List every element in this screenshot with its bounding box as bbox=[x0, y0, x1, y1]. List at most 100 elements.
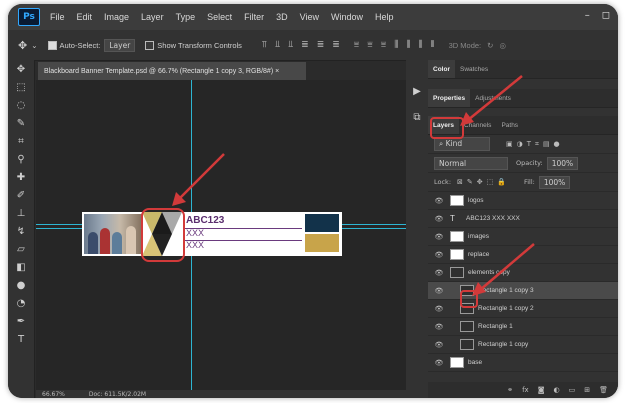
distribute-top-icon[interactable]: ⩸ bbox=[354, 40, 359, 50]
lock-icons[interactable]: ⊠✎✥⬚🔒 bbox=[457, 178, 510, 186]
distribute-left-icon[interactable]: ⫼ bbox=[394, 40, 398, 50]
align-buttons: ⫪ ⫫ ⫫ ≣ ≣ ≣ ⩸ ⩸ ⩸ ⫼ ⫼ ⫼ ⦀ bbox=[262, 40, 435, 50]
align-left-icon[interactable]: ≣ bbox=[301, 40, 309, 50]
menu-item-filter[interactable]: Filter bbox=[244, 12, 264, 22]
banner-artboard[interactable]: ABC123 XXX XXX bbox=[82, 212, 342, 256]
opacity-input[interactable]: 100% bbox=[546, 156, 579, 170]
banner-line-2: XXX bbox=[186, 240, 205, 250]
menu-item-select[interactable]: Select bbox=[207, 12, 232, 22]
auto-align-icon[interactable]: ⦀ bbox=[431, 40, 435, 50]
menu-item-layer[interactable]: Layer bbox=[141, 12, 164, 22]
dodge-tool-icon[interactable]: ◔ bbox=[8, 294, 34, 312]
menu-item-help[interactable]: Help bbox=[375, 12, 394, 22]
show-transform-label: Show Transform Controls bbox=[157, 40, 242, 50]
distribute-vcenter-icon[interactable]: ⩸ bbox=[367, 40, 372, 50]
checkbox-unchecked-icon bbox=[145, 40, 155, 50]
healing-brush-tool-icon[interactable]: ✚ bbox=[8, 168, 34, 186]
layer-row[interactable]: 👁 Rectangle 1 copy bbox=[428, 336, 618, 354]
layers-panel-footer: ⚭ fx ◙ ◐ ▭ ⊞ 🗑 bbox=[428, 382, 618, 398]
eye-icon[interactable]: 👁 bbox=[432, 215, 446, 223]
align-bottom-icon[interactable]: ⫫ bbox=[288, 40, 293, 50]
marquee-tool-icon[interactable]: ⬚ bbox=[8, 78, 34, 96]
options-bar: ✥ ⌄ Auto-Select: Layer Show Transform Co… bbox=[8, 30, 618, 61]
adjustment-layer-icon[interactable]: ◐ bbox=[554, 386, 560, 394]
photoshop-logo: Ps bbox=[18, 8, 40, 26]
new-layer-icon[interactable]: ⊞ bbox=[584, 386, 590, 394]
doc-size[interactable]: Doc: 611.5K/2.02M bbox=[89, 391, 146, 398]
auto-select-target-select[interactable]: Layer bbox=[104, 38, 136, 52]
type-tool-icon[interactable]: T bbox=[8, 330, 34, 348]
fill-input[interactable]: 100% bbox=[538, 175, 571, 189]
align-vcenter-icon[interactable]: ⫫ bbox=[275, 40, 280, 50]
history-panel-icon[interactable]: ▶ bbox=[406, 82, 428, 100]
3d-roll-icon[interactable]: ◎ bbox=[499, 41, 506, 50]
auto-select-checkbox[interactable]: Auto-Select: bbox=[47, 40, 100, 50]
layer-row[interactable]: 👁 logos bbox=[428, 192, 618, 210]
add-mask-icon[interactable]: ◙ bbox=[538, 386, 545, 394]
align-top-icon[interactable]: ⫪ bbox=[262, 40, 267, 50]
blur-tool-icon[interactable]: ● bbox=[8, 276, 34, 294]
layer-row[interactable]: 👁 Rectangle 1 copy 2 bbox=[428, 300, 618, 318]
tab-color[interactable]: Color bbox=[428, 60, 455, 78]
quick-select-tool-icon[interactable]: ✎ bbox=[8, 114, 34, 132]
properties-panel-icon[interactable]: ⧉ bbox=[406, 108, 428, 126]
minimize-button[interactable]: – bbox=[585, 10, 590, 21]
new-group-icon[interactable]: ▭ bbox=[569, 386, 576, 394]
fill-label: Fill: bbox=[523, 178, 535, 186]
layer-thumbnail-icon bbox=[450, 231, 464, 242]
layer-name: logos bbox=[468, 197, 484, 204]
layer-filter-kind-select[interactable]: ⌕ Kind bbox=[434, 137, 490, 151]
eye-icon[interactable]: 👁 bbox=[432, 269, 446, 277]
gradient-tool-icon[interactable]: ◧ bbox=[8, 258, 34, 276]
menu-item-window[interactable]: Window bbox=[331, 12, 363, 22]
pen-tool-icon[interactable]: ✒ bbox=[8, 312, 34, 330]
clone-stamp-tool-icon[interactable]: ⊥ bbox=[8, 204, 34, 222]
3d-rotate-icon[interactable]: ↻ bbox=[487, 41, 493, 50]
menu-item-image[interactable]: Image bbox=[104, 12, 129, 22]
history-brush-tool-icon[interactable]: ↯ bbox=[8, 222, 34, 240]
lock-row: Lock: ⊠✎✥⬚🔒 Fill: 100% bbox=[428, 173, 618, 192]
menu-item-type[interactable]: Type bbox=[176, 12, 196, 22]
3d-mode-label: 3D Mode: bbox=[448, 40, 482, 50]
layer-filter-icons[interactable]: ▣◑T⌗▤● bbox=[506, 140, 564, 149]
eye-icon[interactable]: 👁 bbox=[432, 323, 446, 331]
blend-mode-select[interactable]: Normal bbox=[434, 156, 508, 170]
crop-tool-icon[interactable]: ⌗ bbox=[8, 132, 34, 150]
layer-row[interactable]: 👁 T ABC123 XXX XXX bbox=[428, 210, 618, 228]
menu-item-view[interactable]: View bbox=[300, 12, 319, 22]
distribute-right-icon[interactable]: ⫼ bbox=[419, 40, 423, 50]
move-tool-icon[interactable]: ✥ bbox=[8, 60, 34, 78]
distribute-hcenter-icon[interactable]: ⫼ bbox=[406, 40, 410, 50]
eye-icon[interactable]: 👁 bbox=[432, 251, 446, 259]
eraser-tool-icon[interactable]: ▱ bbox=[8, 240, 34, 258]
align-right-icon[interactable]: ≣ bbox=[332, 40, 340, 50]
eyedropper-tool-icon[interactable]: ⚲ bbox=[8, 150, 34, 168]
trash-icon[interactable]: 🗑 bbox=[599, 386, 608, 394]
eye-icon[interactable]: 👁 bbox=[432, 197, 446, 205]
lasso-tool-icon[interactable]: ◌ bbox=[8, 96, 34, 114]
maximize-button[interactable]: ◻ bbox=[602, 10, 610, 21]
zoom-level[interactable]: 66.67% bbox=[42, 391, 65, 398]
eye-icon[interactable]: 👁 bbox=[432, 305, 446, 313]
eye-icon[interactable]: 👁 bbox=[432, 233, 446, 241]
red-arrow-icon bbox=[472, 243, 535, 296]
eye-icon[interactable]: 👁 bbox=[432, 341, 446, 349]
brush-tool-icon[interactable]: ✐ bbox=[8, 186, 34, 204]
document-tab[interactable]: Blackboard Banner Template.psd @ 66.7% (… bbox=[38, 62, 306, 80]
layer-row[interactable]: 👁 Rectangle 1 bbox=[428, 318, 618, 336]
show-transform-checkbox[interactable]: Show Transform Controls bbox=[145, 40, 242, 50]
eye-icon[interactable]: 👁 bbox=[432, 359, 446, 367]
chevron-down-icon[interactable]: ⌄ bbox=[31, 41, 37, 50]
align-hcenter-icon[interactable]: ≣ bbox=[317, 40, 325, 50]
move-tool-icon[interactable]: ✥ bbox=[18, 39, 27, 52]
school-logo-block bbox=[305, 214, 339, 232]
distribute-bottom-icon[interactable]: ⩸ bbox=[381, 40, 386, 50]
fx-icon[interactable]: fx bbox=[522, 386, 529, 394]
menu-item-file[interactable]: File bbox=[50, 12, 65, 22]
red-arrow-icon bbox=[460, 75, 523, 126]
layer-row[interactable]: 👁 base bbox=[428, 354, 618, 372]
eye-icon[interactable]: 👁 bbox=[432, 287, 446, 295]
link-layers-icon[interactable]: ⚭ bbox=[507, 386, 513, 394]
menu-item-3d[interactable]: 3D bbox=[276, 12, 288, 22]
menu-item-edit[interactable]: Edit bbox=[77, 12, 93, 22]
